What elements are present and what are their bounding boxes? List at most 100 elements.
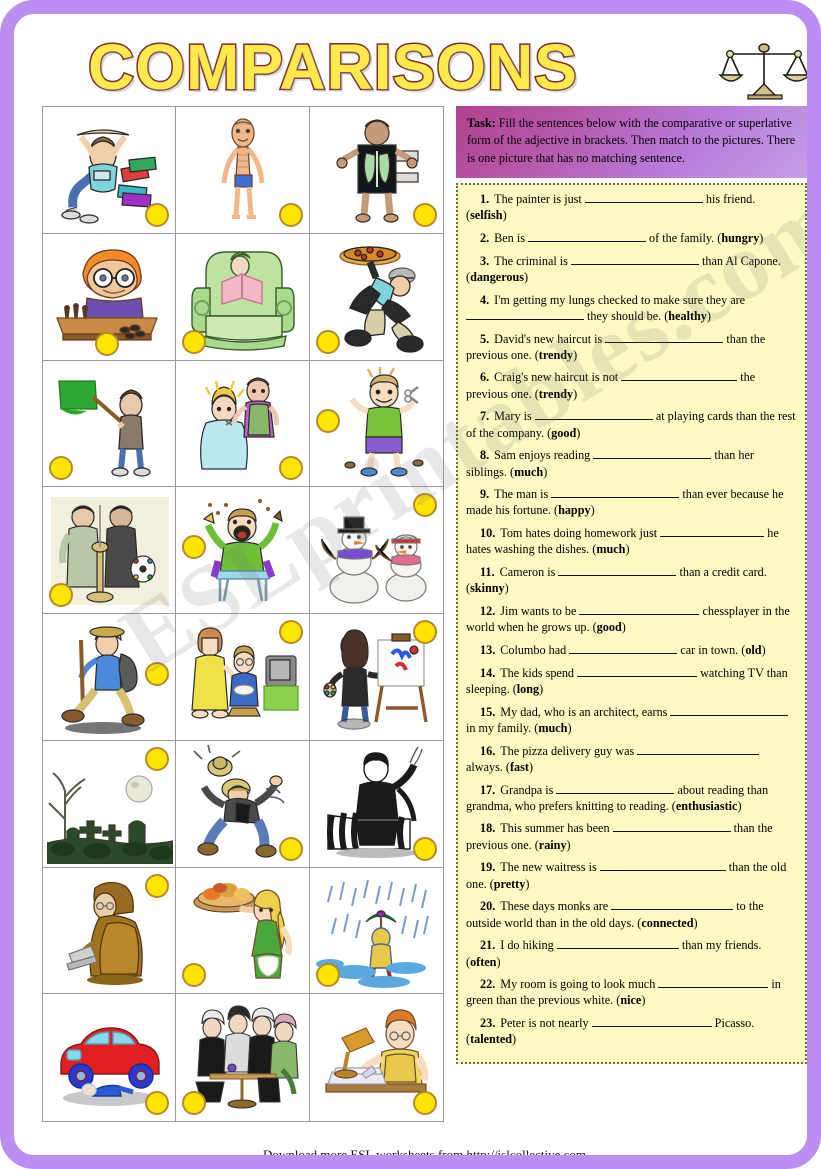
exercise-item-13[interactable]: 13. Columbo had car in town. (old) (466, 642, 797, 658)
picture-cell-man-with-xray-of-lungs[interactable] (309, 107, 443, 234)
worksheet-body: Task: Fill the sentences below with the … (28, 106, 807, 1126)
picture-cell-boy-doing-homework-at-desk[interactable] (309, 994, 443, 1121)
exercise-item-3[interactable]: 3. The criminal is than Al Capone. (dange… (466, 253, 797, 285)
picture-cell-spooky-graveyard-at-night[interactable] (43, 740, 177, 868)
exercise-end: ) (573, 347, 578, 362)
exercise-end: ) (502, 208, 507, 223)
picture-cell-women-chatting-at-cafe-table[interactable] (176, 994, 310, 1121)
answer-blank[interactable] (660, 536, 765, 538)
answer-blank[interactable] (556, 792, 675, 794)
answer-blank[interactable] (577, 675, 698, 677)
worksheet-sheet: COMPARISONS Task: Fill the sentences bel… (28, 28, 807, 1155)
answer-blank[interactable] (593, 458, 712, 460)
answer-blank[interactable] (658, 987, 769, 989)
answer-blank[interactable] (637, 753, 760, 755)
answer-circle[interactable] (182, 329, 207, 354)
exercise-word: good (596, 620, 622, 635)
answer-circle[interactable] (412, 620, 437, 644)
exercise-item-1[interactable]: 1. The painter is just his friend. (selfi… (466, 191, 797, 223)
exercise-item-15[interactable]: 15. My dad, who is an architect, earns in… (466, 704, 797, 736)
answer-circle[interactable] (278, 202, 303, 227)
picture-cell-monk-using-laptop[interactable] (43, 867, 177, 995)
exercise-item-21[interactable]: 21. I do hiking than my friends. (often) (466, 937, 797, 969)
answer-blank[interactable] (605, 341, 724, 343)
picture-cell-person-reading-in-armchair[interactable] (176, 233, 310, 361)
answer-circle[interactable] (278, 620, 303, 644)
picture-cell-cowboy-riding-bucking-horse[interactable] (176, 740, 310, 868)
answer-circle[interactable] (49, 583, 73, 607)
answer-circle[interactable] (145, 746, 170, 771)
picture-cell-family-watching-television[interactable] (176, 614, 310, 741)
exercise-post: always. ( (466, 759, 510, 774)
answer-blank[interactable] (534, 419, 653, 421)
exercise-item-7[interactable]: 7. Mary is at playing cards than the rest… (466, 408, 797, 440)
answer-circle[interactable] (145, 202, 170, 227)
picture-cell-prisoner-in-striped-suit[interactable] (309, 740, 443, 868)
answer-blank[interactable] (570, 263, 699, 265)
answer-blank[interactable] (551, 497, 680, 499)
answer-circle[interactable] (278, 836, 303, 861)
exercise-item-5[interactable]: 5. David's new haircut is than the previo… (466, 331, 797, 363)
answer-blank[interactable] (670, 714, 789, 716)
picture-cell-boy-playing-chess[interactable] (43, 233, 177, 361)
answer-circle[interactable] (145, 873, 170, 898)
answer-blank[interactable] (579, 614, 700, 616)
task-instructions: Task: Fill the sentences below with the … (456, 106, 807, 178)
exercise-item-22[interactable]: 22. My room is going to look much in gree… (466, 976, 797, 1008)
answer-blank[interactable] (466, 318, 584, 320)
picture-cell-man-painting-wall-green[interactable] (43, 360, 177, 488)
answer-circle[interactable] (315, 408, 340, 433)
exercise-item-4[interactable]: 4. I'm getting my lungs checked to make s… (466, 292, 797, 324)
picture-cell-girl-sitting-with-books[interactable] (43, 107, 177, 234)
exercise-item-19[interactable]: 19. The new waitress is than the old one.… (466, 859, 797, 891)
picture-cell-skinny-thin-man[interactable] (176, 107, 310, 234)
picture-cell-two-men-looking-at-painting[interactable] (43, 487, 177, 614)
exercise-end: ) (590, 503, 595, 518)
answer-circle[interactable] (412, 202, 437, 227)
answer-circle[interactable] (278, 456, 303, 481)
picture-cell-two-snowmen[interactable] (309, 487, 443, 614)
exercise-item-23[interactable]: 23. Peter is not nearly Picasso. (talente… (466, 1015, 797, 1047)
answer-blank[interactable] (556, 948, 679, 950)
answer-blank[interactable] (611, 909, 734, 911)
exercise-item-16[interactable]: 16. The pizza delivery guy was always. (f… (466, 743, 797, 775)
answer-blank[interactable] (528, 240, 646, 242)
answer-blank[interactable] (599, 870, 726, 872)
exercise-end: ) (528, 759, 534, 774)
exercise-item-6[interactable]: 6. Craig's new haircut is not the previou… (466, 369, 797, 401)
picture-cell-pizza-delivery-man-running[interactable] (309, 233, 443, 361)
picture-cell-waitress-carrying-food-tray[interactable] (176, 867, 310, 995)
exercise-item-2[interactable]: 2. Ben is of the family. (hungry) (466, 230, 797, 246)
exercise-item-12[interactable]: 12. Jim wants to be chessplayer in the wo… (466, 603, 797, 635)
exercise-item-9[interactable]: 9. The man is than ever because he made h… (466, 486, 797, 518)
exercise-item-18[interactable]: 18. This summer has been than the previou… (466, 820, 797, 852)
picture-cell-person-with-umbrella-in-rain[interactable] (309, 867, 443, 995)
exercise-item-11[interactable]: 11. Cameron is than a credit card. (skinn… (466, 564, 797, 596)
answer-circle[interactable] (412, 836, 437, 861)
answer-circle[interactable] (412, 1091, 437, 1115)
exercise-item-10[interactable]: 10. Tom hates doing homework just he hate… (466, 525, 797, 557)
answer-blank[interactable] (591, 1026, 712, 1028)
answer-blank[interactable] (558, 575, 677, 577)
picture-cell-man-fixing-red-car[interactable] (43, 994, 177, 1121)
exercise-number: 1. (480, 191, 490, 206)
exercise-item-20[interactable]: 20. These days monks are to the outside w… (466, 898, 797, 930)
exercise-item-14[interactable]: 14. The kids spend watching TV than sleep… (466, 665, 797, 697)
picture-cell-boy-with-scissors-bad-haircut[interactable] (309, 360, 443, 488)
picture-cell-baby-in-highchair-eating[interactable] (176, 487, 310, 614)
exercise-item-17[interactable]: 17. Grandpa is about reading than grandma… (466, 782, 797, 814)
picture-cell-artist-painting-at-easel[interactable] (309, 614, 443, 741)
picture-cell-hairdresser-cutting-hair[interactable] (176, 360, 310, 488)
answer-circle[interactable] (95, 331, 119, 356)
exercise-post: they should be. ( (584, 308, 669, 323)
answer-circle[interactable] (315, 963, 340, 988)
answer-blank[interactable] (569, 653, 678, 655)
exercise-end: ) (512, 1032, 517, 1047)
answer-circle[interactable] (315, 329, 340, 354)
exercise-item-8[interactable]: 8. Sam enjoys reading than her siblings. … (466, 447, 797, 479)
exercise-pre: Grandpa is (500, 782, 557, 797)
answer-blank[interactable] (584, 201, 703, 203)
answer-blank[interactable] (621, 380, 738, 382)
answer-blank[interactable] (612, 831, 731, 833)
picture-cell-hiker-walking-with-stick[interactable] (43, 614, 177, 741)
